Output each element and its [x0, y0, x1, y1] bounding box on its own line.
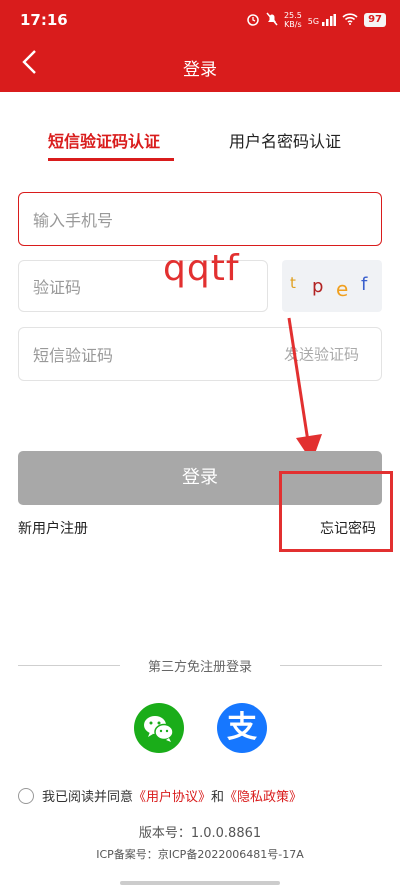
- home-indicator[interactable]: [120, 881, 280, 885]
- user-agreement-link[interactable]: 《用户协议》: [133, 786, 211, 805]
- agreement-and: 和: [211, 790, 225, 805]
- wechat-icon: [144, 716, 174, 742]
- icp-text: ICP备案号：京ICP备2022006481号-17A: [96, 848, 304, 861]
- alipay-login-button[interactable]: 支: [217, 703, 267, 753]
- privacy-policy-link[interactable]: 《隐私政策》: [224, 786, 302, 805]
- annotation-box: [279, 471, 393, 552]
- agreement-row: 我已阅读并同意 《用户协议》 和 《隐私政策》: [18, 786, 302, 805]
- third-party-title: 第三方免注册登录: [147, 660, 252, 675]
- alipay-icon: 支: [227, 710, 257, 745]
- agreement-radio[interactable]: [18, 787, 34, 804]
- annotation-arrow: [287, 317, 322, 462]
- version-text: 版本号：1.0.0.8861: [138, 826, 262, 841]
- register-link[interactable]: 新用户注册: [18, 518, 88, 538]
- agreement-prefix: 我已阅读并同意: [42, 790, 134, 805]
- wechat-login-button[interactable]: [134, 703, 184, 753]
